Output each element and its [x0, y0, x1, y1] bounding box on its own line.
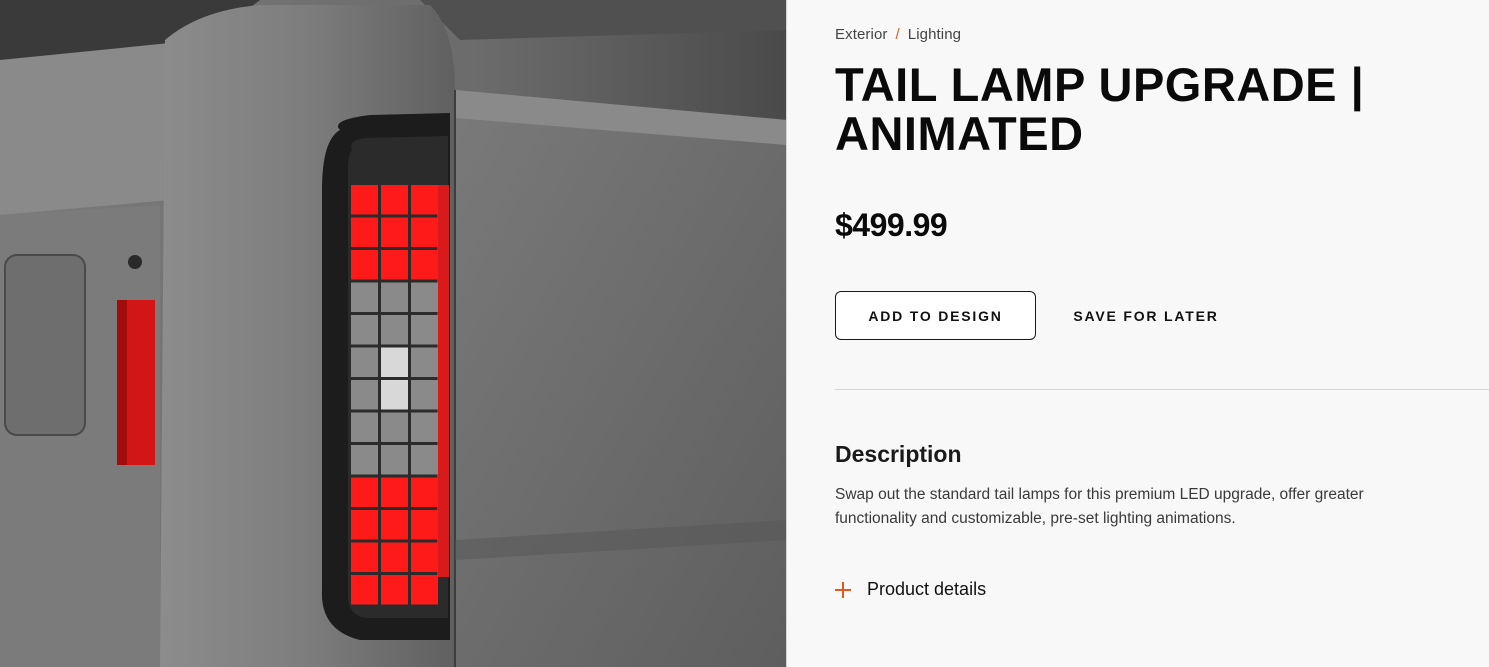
product-details-toggle[interactable]: Product details: [835, 579, 986, 600]
led-cell: [351, 510, 378, 540]
led-cell: [351, 575, 378, 605]
led-cell: [381, 412, 408, 442]
led-cell: [411, 412, 438, 442]
save-for-later-button[interactable]: SAVE FOR LATER: [1061, 291, 1231, 340]
led-cell: [411, 510, 438, 540]
add-to-design-button[interactable]: ADD TO DESIGN: [835, 291, 1036, 340]
led-cell: [351, 185, 378, 215]
led-cell: [351, 282, 378, 312]
product-image: [0, 0, 787, 667]
breadcrumb-separator: /: [895, 26, 900, 43]
led-cell: [351, 315, 378, 345]
led-cell: [381, 315, 408, 345]
led-cell: [381, 282, 408, 312]
led-cell: [411, 217, 438, 247]
led-cell: [411, 575, 438, 605]
led-cell: [351, 347, 378, 377]
led-cell: [351, 477, 378, 507]
led-cell: [351, 250, 378, 280]
section-divider: [835, 389, 1489, 390]
led-cell: [411, 477, 438, 507]
led-cell: [411, 282, 438, 312]
product-details-label: Product details: [867, 579, 987, 599]
led-cell: [381, 185, 408, 215]
led-cell: [411, 185, 438, 215]
led-cell: [381, 477, 408, 507]
page-title: TAIL LAMP UPGRADE | ANIMATED: [835, 58, 1365, 160]
led-cell: [381, 380, 408, 410]
led-cell: [411, 250, 438, 280]
led-cell: [381, 445, 408, 475]
led-cell: [351, 380, 378, 410]
led-cell: [411, 445, 438, 475]
led-cell: [351, 445, 378, 475]
breadcrumb-lighting[interactable]: Lighting: [908, 26, 961, 43]
description-heading: Description: [835, 441, 962, 467]
description-text: Swap out the standard tail lamps for thi…: [835, 486, 1364, 527]
led-cell: [411, 315, 438, 345]
product-price: $499.99: [835, 207, 948, 243]
led-cell: [411, 542, 438, 572]
breadcrumb: Exterior / Lighting: [835, 26, 961, 43]
led-cell: [351, 542, 378, 572]
led-cell: [381, 510, 408, 540]
tail-lamp-illustration: [0, 0, 787, 667]
led-cell: [381, 575, 408, 605]
led-cell: [381, 542, 408, 572]
led-cell: [411, 347, 438, 377]
led-cell: [411, 380, 438, 410]
plus-icon: [835, 581, 851, 598]
led-cell: [351, 217, 378, 247]
product-panel: Exterior / Lighting TAIL LAMP UPGRADE | …: [835, 0, 1489, 667]
breadcrumb-exterior[interactable]: Exterior: [835, 26, 887, 43]
led-cell: [381, 347, 408, 377]
vertical-divider: [786, 0, 787, 667]
led-cell: [351, 412, 378, 442]
led-cell: [381, 250, 408, 280]
led-cell: [381, 217, 408, 247]
